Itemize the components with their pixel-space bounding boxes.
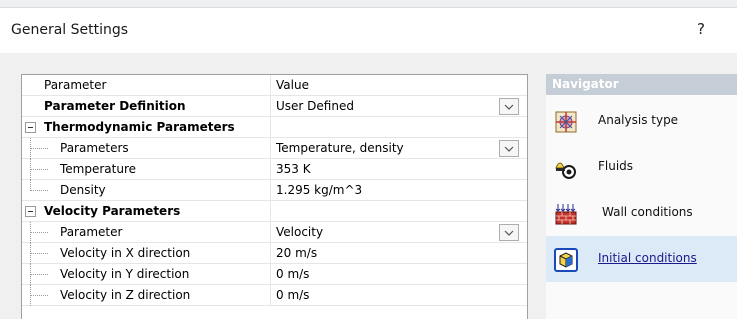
grid-group-velocity[interactable]: Velocity Parameters [22, 201, 527, 222]
row-value-text: Velocity [276, 225, 324, 239]
collapse-icon[interactable] [25, 206, 36, 217]
grid-row-velocity-z[interactable]: Velocity in Z direction 0 m/s [22, 285, 527, 306]
row-name: Parameter [22, 222, 271, 243]
dialog-title: General Settings [11, 22, 129, 38]
row-value[interactable]: Velocity [271, 222, 527, 243]
grid-row-temperature[interactable]: Temperature 353 K [22, 159, 527, 180]
navigator-header: Navigator [546, 74, 737, 95]
fluids-icon [555, 162, 576, 179]
row-value[interactable]: Temperature, density [271, 138, 527, 159]
dropdown-button[interactable] [499, 140, 519, 157]
parameters-grid: Parameter Value Parameter Definition Use… [21, 74, 528, 319]
row-value[interactable]: 353 K [271, 159, 527, 180]
row-value[interactable]: 0 m/s [271, 285, 527, 306]
nav-label: Analysis type [598, 113, 679, 127]
tree-line [30, 190, 48, 191]
nav-item-wall-conditions[interactable]: Wall conditions [546, 190, 737, 236]
row-name: Temperature [22, 159, 271, 180]
row-label: Density [60, 183, 106, 197]
tree-line [30, 274, 48, 275]
row-value-text: User Defined [276, 99, 354, 113]
chevron-down-icon [504, 146, 514, 152]
row-label: Temperature [60, 162, 137, 176]
group-label: Thermodynamic Parameters [44, 120, 235, 134]
tree-line [30, 148, 48, 149]
row-name: Density [22, 180, 271, 201]
column-header-parameter: Parameter [22, 75, 271, 96]
chevron-down-icon [504, 230, 514, 236]
grid-row-parameter-definition[interactable]: Parameter Definition User Defined [22, 96, 527, 117]
grid-row-velocity-y[interactable]: Velocity in Y direction 0 m/s [22, 264, 527, 285]
title-bar: General Settings ? [0, 8, 737, 53]
column-header-value: Value [276, 78, 309, 92]
grid-row-velocity-x[interactable]: Velocity in X direction 20 m/s [22, 243, 527, 264]
row-value[interactable]: 20 m/s [271, 243, 527, 264]
tree-line [30, 232, 48, 233]
row-name: Velocity in X direction [22, 243, 271, 264]
row-label: Velocity in X direction [60, 246, 191, 260]
help-button[interactable]: ? [697, 20, 705, 38]
group-name: Velocity Parameters [22, 201, 271, 222]
chevron-down-icon [504, 104, 514, 110]
row-label: Parameters [60, 141, 129, 155]
tree-line [30, 169, 48, 170]
analysis-type-icon [555, 111, 577, 133]
row-label: Parameter [60, 225, 123, 239]
initial-conditions-icon [554, 248, 578, 272]
window-top-strip [0, 0, 737, 8]
row-value [271, 201, 527, 222]
row-value[interactable]: 1.295 kg/m^3 [271, 180, 527, 201]
grid-group-thermodynamic[interactable]: Thermodynamic Parameters [22, 117, 527, 138]
nav-item-analysis-type[interactable]: Analysis type [546, 98, 737, 144]
grid-row-parameters[interactable]: Parameters Temperature, density [22, 138, 527, 159]
row-name: Velocity in Y direction [22, 264, 271, 285]
nav-item-fluids[interactable]: Fluids [546, 144, 737, 190]
wall-conditions-icon [555, 204, 577, 225]
tree-line [30, 253, 48, 254]
grid-row-density[interactable]: Density 1.295 kg/m^3 [22, 180, 527, 201]
row-value-text: Temperature, density [276, 141, 404, 155]
tree-line [30, 295, 48, 296]
nav-label[interactable]: Initial conditions [598, 251, 697, 265]
collapse-icon[interactable] [25, 122, 36, 133]
row-value[interactable]: 0 m/s [271, 264, 527, 285]
group-label: Velocity Parameters [44, 204, 181, 218]
grid-header-row: Parameter Value [22, 75, 527, 96]
navigator-panel: Navigator Analysis type Fluids Wall cond… [546, 74, 737, 319]
row-name: Parameters [22, 138, 271, 159]
row-value[interactable]: User Defined [271, 96, 527, 117]
dropdown-button[interactable] [499, 224, 519, 241]
dropdown-button[interactable] [499, 98, 519, 115]
nav-label: Wall conditions [602, 205, 693, 219]
grid-row-parameter[interactable]: Parameter Velocity [22, 222, 527, 243]
row-name: Parameter Definition [22, 96, 271, 117]
group-name: Thermodynamic Parameters [22, 117, 271, 138]
row-value [271, 117, 527, 138]
nav-label: Fluids [598, 159, 634, 173]
row-name: Velocity in Z direction [22, 285, 271, 306]
row-label: Velocity in Z direction [60, 288, 191, 302]
row-label: Velocity in Y direction [60, 267, 190, 281]
nav-item-initial-conditions[interactable]: Initial conditions [546, 236, 737, 282]
